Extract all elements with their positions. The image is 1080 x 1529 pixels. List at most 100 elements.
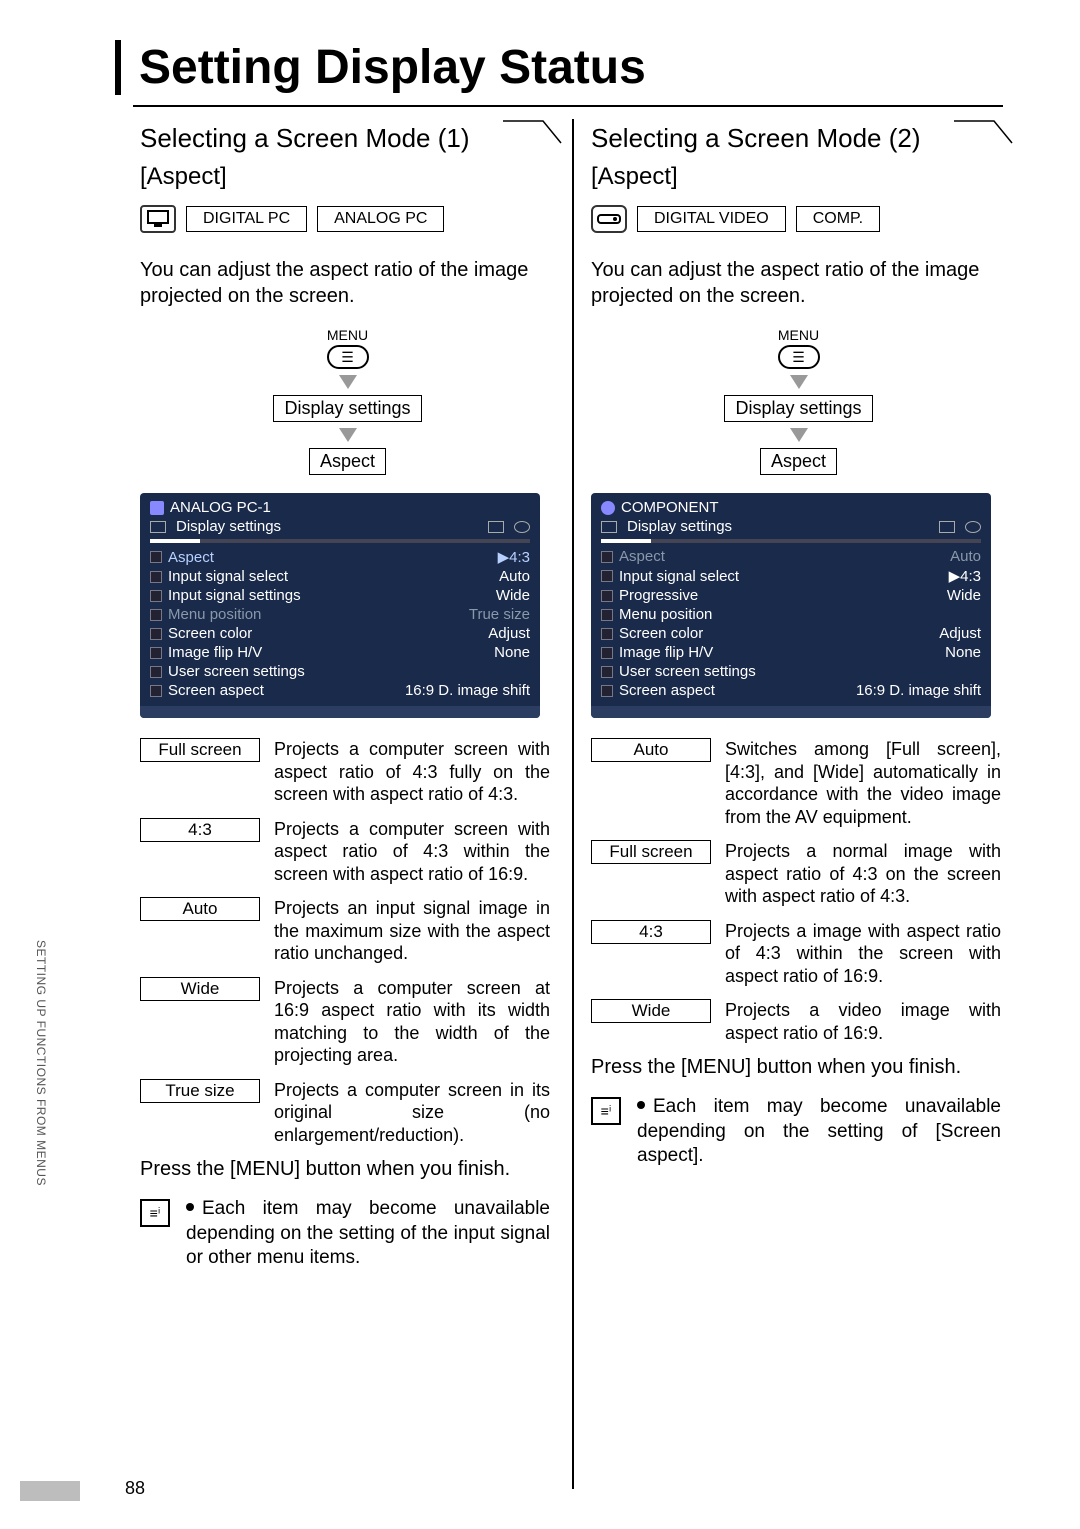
osd-row-label: Input signal settings bbox=[168, 587, 301, 604]
path-display-settings: Display settings bbox=[724, 395, 872, 422]
osd-row: Screen color Adjust bbox=[601, 624, 981, 643]
osd-tab-icon bbox=[150, 521, 166, 533]
corner-line-icon bbox=[954, 119, 1014, 149]
left-heading: Selecting a Screen Mode (1) bbox=[140, 123, 555, 154]
monitor-svg bbox=[147, 210, 169, 228]
osd-row-value: Adjust bbox=[488, 625, 530, 642]
osd-row-value: ▶4:3 bbox=[949, 567, 981, 585]
left-column: Selecting a Screen Mode (1) [Aspect] DIG… bbox=[140, 119, 565, 1271]
column-divider bbox=[572, 119, 574, 1489]
osd-row-label: User screen settings bbox=[168, 663, 305, 680]
option-desc: Switches among [Full screen], [4:3], and… bbox=[725, 738, 1001, 828]
osd-row-value: Wide bbox=[947, 587, 981, 604]
option-desc: Projects a video image with aspect ratio… bbox=[725, 999, 1001, 1044]
osd-row-value: None bbox=[945, 644, 981, 661]
osd-row: User screen settings bbox=[601, 662, 981, 681]
osd-row-label: Progressive bbox=[619, 587, 698, 604]
osd-row-label: User screen settings bbox=[619, 663, 756, 680]
osd-row-icon bbox=[150, 666, 162, 678]
option-row: 4:3Projects a image with aspect ratio of… bbox=[591, 920, 1001, 988]
osd-row: Image flip H/V None bbox=[601, 643, 981, 662]
option-desc: Projects a computer screen at 16:9 aspec… bbox=[274, 977, 550, 1067]
chip-analog-pc: ANALOG PC bbox=[317, 206, 444, 232]
osd-row: User screen settings bbox=[150, 662, 530, 681]
osd-row: Input signal select ▶4:3 bbox=[601, 566, 981, 586]
option-desc: Projects a normal image with aspect rati… bbox=[725, 840, 1001, 908]
right-subheading: [Aspect] bbox=[591, 163, 1006, 191]
osd-footer bbox=[591, 706, 991, 718]
osd-row-value: Adjust bbox=[939, 625, 981, 642]
title-underline bbox=[133, 105, 1003, 107]
arrow-down-icon bbox=[790, 428, 808, 442]
osd-row-icon bbox=[150, 647, 162, 659]
osd-source-icon bbox=[150, 501, 164, 515]
option-label: Auto bbox=[591, 738, 711, 762]
osd-row: Menu position bbox=[601, 605, 981, 624]
osd-row: Input signal selectAuto bbox=[150, 567, 530, 586]
menu-word: MENU bbox=[778, 327, 819, 343]
osd-row-label: Aspect bbox=[619, 548, 665, 565]
osd-tab-left: Display settings bbox=[176, 518, 281, 535]
option-label: 4:3 bbox=[140, 818, 260, 842]
osd-row: Screen aspect 16:9 D. image shift bbox=[150, 681, 530, 700]
osd-row-label: Screen aspect bbox=[168, 682, 264, 699]
option-desc: Projects a image with aspect ratio of 4:… bbox=[725, 920, 1001, 988]
osd-row-value: 16:9 D. image shift bbox=[405, 682, 530, 699]
path-aspect: Aspect bbox=[309, 448, 386, 475]
option-label: Wide bbox=[591, 999, 711, 1023]
option-row: Full screenProjects a normal image with … bbox=[591, 840, 1001, 908]
osd-row-label: Menu position bbox=[168, 606, 261, 623]
note-text-right: Each item may become unavailable dependi… bbox=[637, 1095, 1001, 1169]
menu-path: MENU ☰ Display settings Aspect bbox=[140, 327, 555, 475]
option-row: 4:3 Projects a computer screen with aspec… bbox=[140, 818, 550, 886]
osd-panel-left: ANALOG PC-1 Display settings Aspect▶4:3I… bbox=[140, 493, 540, 718]
osd-tab-icon bbox=[488, 521, 504, 533]
osd-row-value: None bbox=[494, 644, 530, 661]
osd-row-icon bbox=[601, 666, 613, 678]
menu-button-icon: ☰ bbox=[327, 345, 369, 369]
page-number: 88 bbox=[125, 1478, 145, 1499]
osd-tab-icon bbox=[601, 521, 617, 533]
osd-row-icon bbox=[601, 590, 613, 602]
osd-row: Screen color Adjust bbox=[150, 624, 530, 643]
osd-row-label: Screen color bbox=[619, 625, 703, 642]
note-icon: ≡ⁱ bbox=[140, 1199, 170, 1227]
osd-footer bbox=[140, 706, 540, 718]
left-subheading: [Aspect] bbox=[140, 163, 555, 191]
side-tab-gray bbox=[20, 1481, 80, 1501]
osd-row: Menu positionTrue size bbox=[150, 605, 530, 624]
osd-row-label: Image flip H/V bbox=[619, 644, 713, 661]
right-intro: You can adjust the aspect ratio of the i… bbox=[591, 257, 1001, 309]
osd-row-label: Screen color bbox=[168, 625, 252, 642]
osd-row-icon bbox=[150, 609, 162, 621]
option-row: Full screenProjects a computer screen wi… bbox=[140, 738, 550, 806]
option-row: WideProjects a computer screen at 16:9 a… bbox=[140, 977, 550, 1067]
menu-button-icon: ☰ bbox=[778, 345, 820, 369]
osd-row-icon bbox=[601, 628, 613, 640]
option-desc: Projects an input signal image in the ma… bbox=[274, 897, 550, 965]
osd-row: Aspect Auto bbox=[601, 547, 981, 566]
osd-row-icon bbox=[150, 685, 162, 697]
path-aspect: Aspect bbox=[760, 448, 837, 475]
finish-text-right: Press the [MENU] button when you finish. bbox=[591, 1056, 1006, 1079]
osd-row-icon bbox=[150, 571, 162, 583]
chip-comp: COMP. bbox=[796, 206, 880, 232]
osd-row-value: 16:9 D. image shift bbox=[856, 682, 981, 699]
osd-tab-icon bbox=[939, 521, 955, 533]
osd-row-label: Image flip H/V bbox=[168, 644, 262, 661]
osd-row-label: Aspect bbox=[168, 549, 214, 566]
option-row: AutoProjects an input signal image in th… bbox=[140, 897, 550, 965]
note-text-left: Each item may become unavailable dependi… bbox=[186, 1197, 550, 1271]
option-desc: Projects a computer screen with aspect r… bbox=[274, 818, 550, 886]
osd-source-icon bbox=[601, 501, 615, 515]
osd-row-icon bbox=[601, 685, 613, 697]
osd-row-icon bbox=[601, 647, 613, 659]
right-column: Selecting a Screen Mode (2) [Aspect] DIG… bbox=[591, 119, 1016, 1271]
option-label: True size bbox=[140, 1079, 260, 1103]
option-row: Wide Projects a video image with aspect r… bbox=[591, 999, 1001, 1044]
osd-row-icon bbox=[150, 590, 162, 602]
osd-row-label: Input signal select bbox=[619, 568, 739, 585]
left-intro: You can adjust the aspect ratio of the i… bbox=[140, 257, 550, 309]
osd-row-value: Auto bbox=[950, 548, 981, 565]
osd-row-value: Wide bbox=[496, 587, 530, 604]
